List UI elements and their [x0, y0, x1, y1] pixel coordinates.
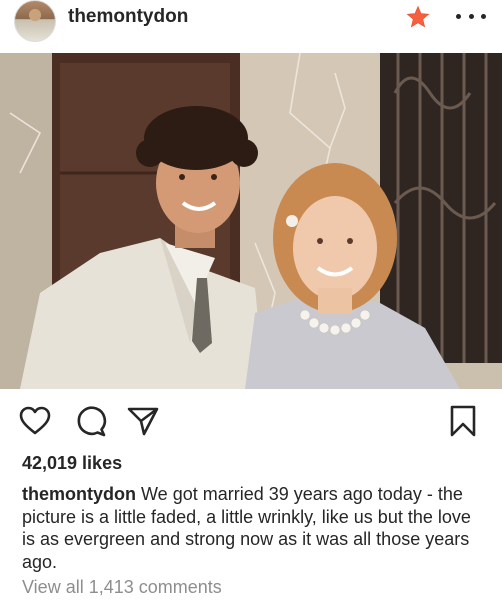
post-caption: themontydon We got married 39 years ago … [22, 483, 484, 573]
avatar[interactable] [14, 0, 56, 42]
view-comments-link[interactable]: View all 1,413 comments [22, 577, 222, 598]
post-username[interactable]: themontydon [68, 6, 188, 28]
heart-icon[interactable] [18, 404, 52, 438]
post-header: themontydon [0, 0, 502, 50]
dot-icon [456, 13, 461, 19]
likes-count[interactable]: 42,019 likes [22, 453, 122, 474]
caption-username[interactable]: themontydon [22, 484, 136, 504]
send-icon[interactable] [126, 404, 160, 438]
dot-icon [481, 13, 486, 19]
more-options-icon[interactable] [456, 4, 486, 28]
star-icon[interactable] [406, 5, 430, 29]
post-photo[interactable] [0, 53, 502, 389]
wedding-photo-image [0, 53, 502, 389]
bookmark-icon[interactable] [446, 404, 480, 438]
dot-icon [468, 13, 474, 19]
comment-icon[interactable] [74, 404, 108, 438]
post-action-bar [0, 400, 502, 444]
